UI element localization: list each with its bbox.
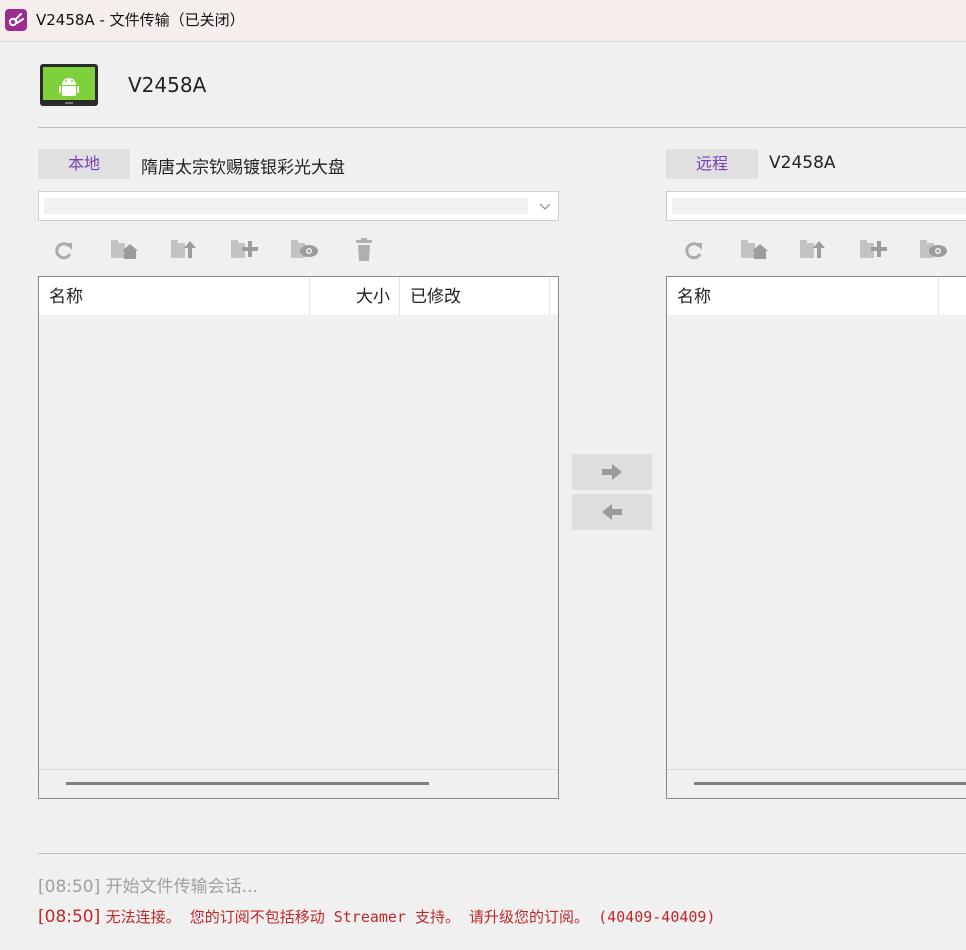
log-timestamp: [08:50] [38,907,101,927]
log-line-info: [08:50] 开始文件传输会话... [38,872,258,897]
column-separator[interactable] [399,277,400,315]
local-file-list[interactable]: 名称 大小 已修改 [38,276,559,799]
upload-to-remote-button[interactable] [572,454,652,490]
delete-icon[interactable] [350,237,378,263]
log-timestamp: [08:50] [38,877,101,897]
header-divider [38,127,966,128]
home-folder-icon[interactable] [110,237,138,263]
download-to-local-button[interactable] [572,494,652,530]
new-folder-icon[interactable] [230,237,258,263]
column-separator[interactable] [938,277,939,315]
remote-horizontal-scrollbar[interactable] [667,769,966,798]
device-name: V2458A [128,73,207,97]
refresh-icon[interactable] [50,237,78,263]
android-device-icon [40,64,98,106]
parent-folder-icon[interactable] [170,237,198,263]
scrollbar-thumb[interactable] [694,782,966,785]
column-header-name[interactable]: 名称 [677,277,937,315]
new-folder-icon[interactable] [859,237,887,263]
window-title: V2458A - 文件传输（已关闭） [36,11,245,29]
home-folder-icon[interactable] [740,237,768,263]
remote-file-list[interactable]: 名称 [666,276,966,799]
column-header-name[interactable]: 名称 [49,277,309,315]
log-line-error: [08:50] 无法连接。 您的订阅不包括移动 Streamer 支持。 请升级… [38,906,715,927]
view-hidden-icon[interactable] [290,237,318,263]
column-separator[interactable] [549,277,550,315]
log-divider [38,853,966,854]
local-path-combobox[interactable] [38,191,559,221]
local-tag: 本地 [38,149,130,179]
remote-tag: 远程 [666,149,758,179]
parent-folder-icon[interactable] [799,237,827,263]
arrow-right-icon [602,464,622,480]
scrollbar-thumb[interactable] [66,782,429,785]
remote-list-header: 名称 [667,277,966,315]
chevron-down-icon[interactable] [538,199,552,213]
view-hidden-icon[interactable] [919,237,947,263]
local-path-input[interactable] [44,198,528,214]
remote-path-label: V2458A [769,153,836,173]
local-list-header: 名称 大小 已修改 [39,277,558,315]
local-horizontal-scrollbar[interactable] [39,769,558,798]
remote-path-combobox[interactable] [666,191,966,221]
column-header-size[interactable]: 大小 [310,277,390,315]
arrow-left-icon [602,504,622,520]
refresh-icon[interactable] [680,237,708,263]
log-message: 开始文件传输会话... [105,877,258,897]
remote-path-input[interactable] [672,198,966,214]
log-message: 无法连接。 您的订阅不包括移动 Streamer 支持。 请升级您的订阅。 (4… [105,908,716,926]
app-logo-icon [5,9,27,31]
title-bar: V2458A - 文件传输（已关闭） [0,0,966,42]
column-header-modified[interactable]: 已修改 [410,277,550,315]
local-path-label: 隋唐太宗钦赐镀银彩光大盘 [141,158,345,178]
